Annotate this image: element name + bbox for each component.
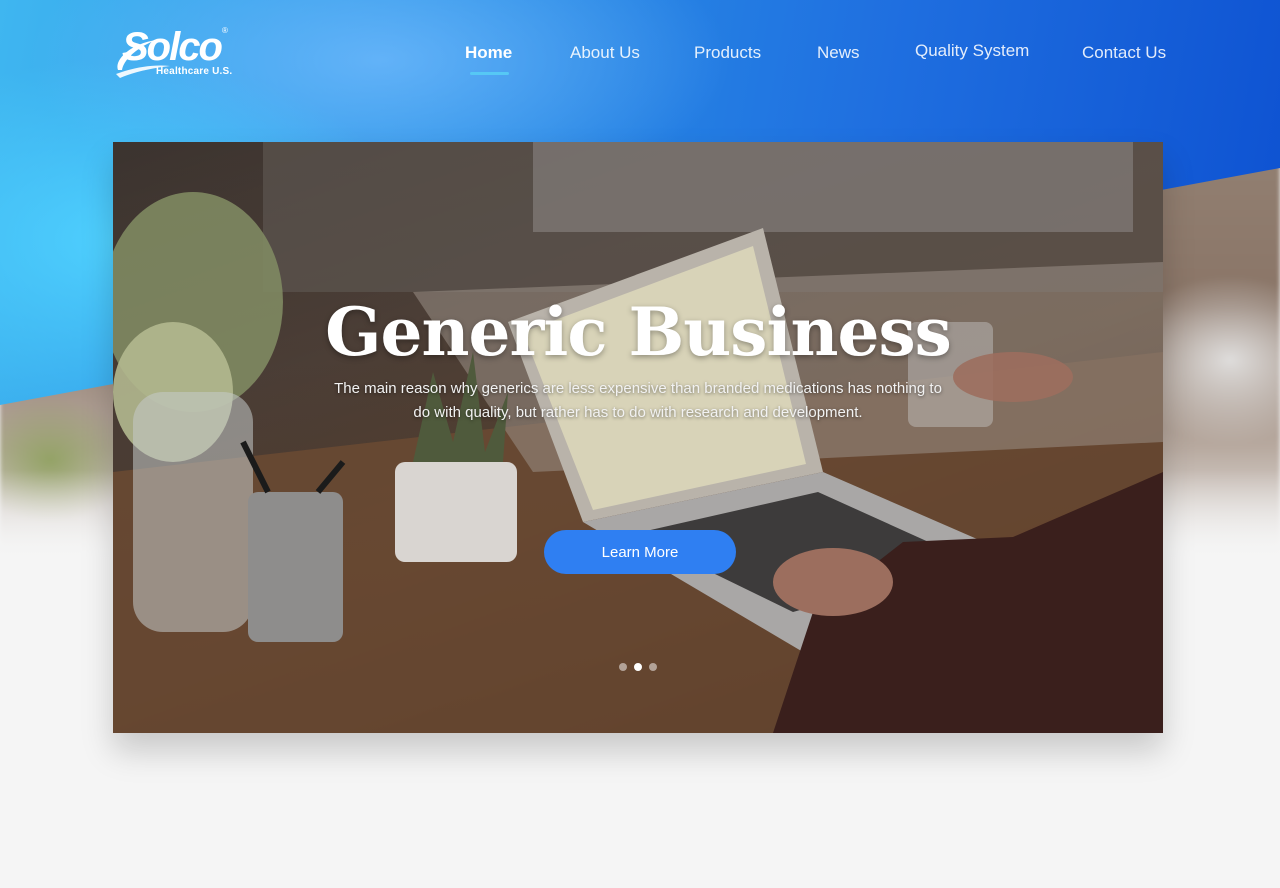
hero-description: The main reason why generics are less ex… bbox=[334, 380, 942, 421]
hero-title: Generic Business bbox=[325, 293, 952, 372]
nav-item-home[interactable]: Home bbox=[465, 42, 512, 75]
nav-item-about-us[interactable]: About Us bbox=[570, 42, 640, 64]
slider-dot-1[interactable] bbox=[619, 663, 627, 671]
hero-photo bbox=[113, 142, 1163, 733]
learn-more-button[interactable]: Learn More bbox=[544, 530, 736, 574]
logo-subtitle: Healthcare U.S. bbox=[156, 66, 233, 77]
registered-mark: ® bbox=[222, 26, 228, 35]
nav-item-quality-system[interactable]: Quality System bbox=[915, 40, 1029, 62]
slider-dot-3[interactable] bbox=[649, 663, 657, 671]
slider-dot-2[interactable] bbox=[634, 663, 642, 671]
nav-item-contact-us[interactable]: Contact Us bbox=[1082, 42, 1166, 64]
hero-slider: Generic Business The main reason why gen… bbox=[113, 142, 1163, 733]
nav-item-news[interactable]: News bbox=[817, 42, 860, 64]
nav-item-products[interactable]: Products bbox=[694, 42, 761, 64]
main-navigation: Home About Us Products News Quality Syst… bbox=[0, 40, 1280, 75]
